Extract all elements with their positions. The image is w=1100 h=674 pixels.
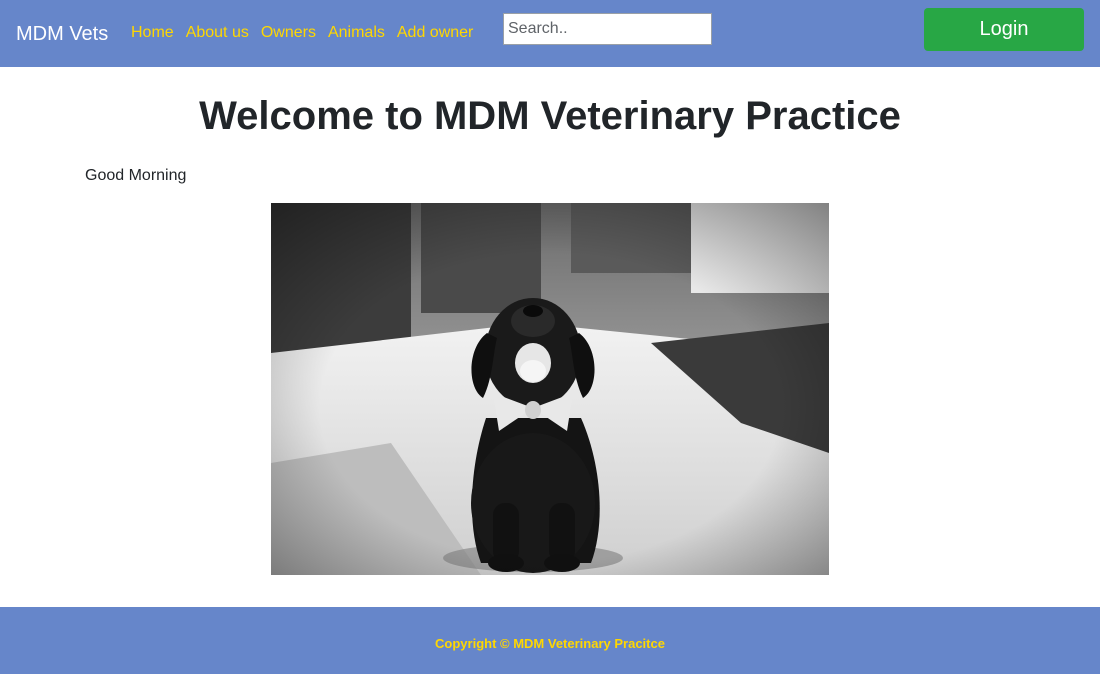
brand-logo-link[interactable]: MDM Vets <box>16 22 108 46</box>
nav-link-about-us[interactable]: About us <box>186 23 249 43</box>
nav-link-owners[interactable]: Owners <box>261 23 316 43</box>
search-input[interactable] <box>503 13 712 45</box>
puppy-photo <box>271 203 829 575</box>
greeting-text: Good Morning <box>85 167 187 184</box>
nav-link-home[interactable]: Home <box>131 23 174 43</box>
nav-links: Home About us Owners Animals Add owner <box>131 23 485 45</box>
nav-link-add-owner[interactable]: Add owner <box>397 23 474 43</box>
login-button[interactable]: Login <box>924 8 1084 51</box>
top-navbar: MDM Vets Home About us Owners Animals Add ow… <box>0 0 1100 67</box>
page-title: Welcome to MDM Veterinary Practice <box>199 94 901 138</box>
puppy-photo-illustration <box>271 203 829 575</box>
nav-link-animals[interactable]: Animals <box>328 23 385 43</box>
copyright-text: Copyright © MDM Veterinary Pracitce <box>435 636 665 651</box>
page-footer: Copyright © MDM Veterinary Pracitce <box>0 607 1100 674</box>
